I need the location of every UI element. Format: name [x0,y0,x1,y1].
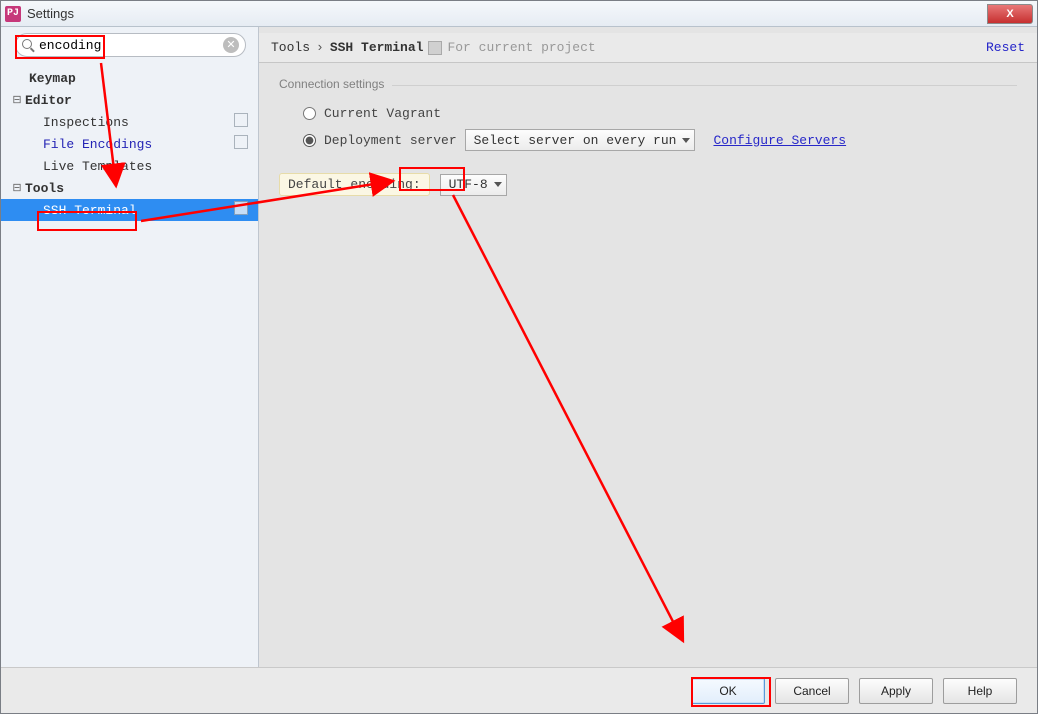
content: Connection settings Current Vagrant Depl… [259,63,1037,667]
group-label: Connection settings [279,77,392,91]
radio-current-vagrant[interactable]: Current Vagrant [279,102,1017,125]
project-scope-icon [428,41,442,55]
settings-tree: Keymap ⊟ Editor Inspections File Encodin… [1,63,258,221]
tree-item-editor[interactable]: ⊟ Editor [1,89,258,111]
default-encoding-select[interactable]: UTF-8 [440,174,507,196]
dialog-footer: OK Cancel Apply Help [1,667,1037,713]
app-icon: PJ [5,6,21,22]
apply-button[interactable]: Apply [859,678,933,704]
main-panel: Tools › SSH Terminal For current project… [259,27,1037,667]
tree-item-live-templates[interactable]: Live Templates [1,155,258,177]
help-button[interactable]: Help [943,678,1017,704]
sidebar: ✕ Keymap ⊟ Editor Inspections File Encod… [1,27,259,667]
deployment-server-select[interactable]: Select server on every run [465,129,696,151]
breadcrumb: Tools › SSH Terminal For current project… [259,33,1037,63]
chevron-down-icon [682,138,690,143]
close-button[interactable]: X [987,4,1033,24]
collapse-icon[interactable]: ⊟ [11,181,23,195]
scope-icon [236,137,248,149]
reset-link[interactable]: Reset [986,40,1025,55]
settings-search[interactable]: ✕ [15,33,246,57]
radio-deployment-server[interactable]: Deployment server Select server on every… [279,125,1017,155]
scope-icon [236,203,248,215]
project-scope-note: For current project [447,40,595,55]
breadcrumb-ssh-terminal: SSH Terminal [330,40,424,55]
clear-search-icon[interactable]: ✕ [223,37,239,53]
tree-item-tools[interactable]: ⊟ Tools [1,177,258,199]
scope-icon [236,115,248,127]
ok-button[interactable]: OK [691,678,765,704]
breadcrumb-tools[interactable]: Tools [271,40,310,55]
default-encoding-row: Default encoding: UTF-8 [279,173,1017,196]
titlebar: PJ Settings X [1,1,1037,27]
collapse-icon[interactable]: ⊟ [11,93,23,107]
search-icon [22,39,35,52]
search-input[interactable] [35,38,223,53]
window-title: Settings [27,6,74,21]
settings-window: PJ Settings X ✕ Keymap ⊟ Editor [0,0,1038,714]
select-value: Select server on every run [474,133,677,148]
chevron-right-icon: › [316,40,324,55]
chevron-down-icon [494,182,502,187]
tree-item-ssh-terminal[interactable]: SSH Terminal [1,199,258,221]
window-controls: X [988,4,1033,24]
tree-item-file-encodings[interactable]: File Encodings [1,133,258,155]
tree-item-keymap[interactable]: Keymap [1,67,258,89]
radio-label: Current Vagrant [324,106,441,121]
tree-item-inspections[interactable]: Inspections [1,111,258,133]
radio-label: Deployment server [324,133,457,148]
connection-settings-group: Connection settings Current Vagrant Depl… [279,85,1017,155]
radio-input-deploy[interactable] [303,134,316,147]
select-value: UTF-8 [449,177,488,192]
cancel-button[interactable]: Cancel [775,678,849,704]
body: ✕ Keymap ⊟ Editor Inspections File Encod… [1,27,1037,667]
default-encoding-label: Default encoding: [279,173,430,196]
radio-input-vagrant[interactable] [303,107,316,120]
configure-servers-link[interactable]: Configure Servers [713,133,846,148]
